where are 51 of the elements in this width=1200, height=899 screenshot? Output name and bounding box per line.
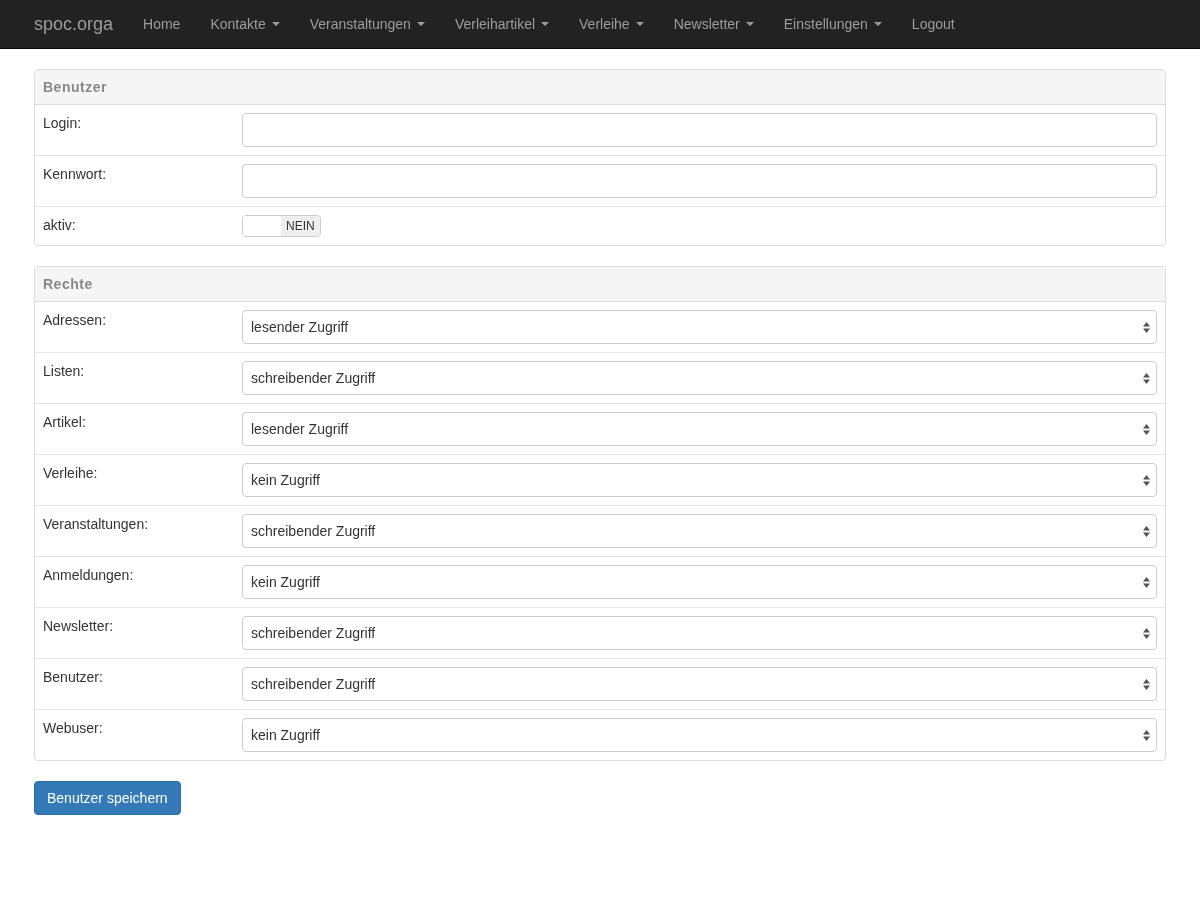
field-label: aktiv: xyxy=(43,216,77,235)
panel-heading: Rechte xyxy=(35,267,1165,302)
caret-icon xyxy=(271,22,280,26)
field-label: Anmeldungen: xyxy=(43,566,135,585)
save-button[interactable]: Benutzer speichern xyxy=(34,781,181,815)
field-label: Benutzer: xyxy=(43,668,104,687)
caret-icon xyxy=(873,22,882,26)
select-field[interactable]: lesender Zugriff xyxy=(242,412,1157,446)
sort-arrows-icon xyxy=(1143,729,1150,741)
select-field[interactable]: kein Zugriff xyxy=(242,463,1157,497)
nav-link[interactable]: Kontakte xyxy=(195,16,295,32)
select-field[interactable]: schreibender Zugriff xyxy=(242,361,1157,395)
sort-arrows-icon xyxy=(1143,423,1150,435)
caret-icon xyxy=(416,22,425,26)
nav-link[interactable]: Veranstaltungen xyxy=(294,16,440,32)
nav-link[interactable]: Verleihe xyxy=(564,16,659,32)
select-field[interactable]: schreibender Zugriff xyxy=(242,667,1157,701)
field-label: Kennwort: xyxy=(43,165,108,184)
sort-arrows-icon xyxy=(1143,372,1150,384)
field-label: Login: xyxy=(43,114,83,133)
input-field[interactable] xyxy=(242,113,1157,147)
input-field[interactable] xyxy=(242,164,1157,198)
field-label: Newsletter: xyxy=(43,617,115,636)
brand-link[interactable]: spoc.orga xyxy=(19,13,129,35)
field-label: Veranstaltungen: xyxy=(43,515,150,534)
select-field[interactable]: kein Zugriff xyxy=(242,718,1157,752)
panel-heading: Benutzer xyxy=(35,70,1165,105)
caret-icon xyxy=(635,22,644,26)
caret-icon xyxy=(541,22,550,26)
sort-arrows-icon xyxy=(1143,576,1150,588)
select-field[interactable]: schreibender Zugriff xyxy=(242,514,1157,548)
select-field[interactable]: schreibender Zugriff xyxy=(242,616,1157,650)
field-label: Verleihe: xyxy=(43,464,99,483)
field-label: Listen: xyxy=(43,362,86,381)
nav-link[interactable]: Home xyxy=(128,16,196,32)
nav-link[interactable]: Newsletter xyxy=(658,16,769,32)
select-field[interactable]: lesender Zugriff xyxy=(242,310,1157,344)
sort-arrows-icon xyxy=(1143,474,1150,486)
field-label: Artikel: xyxy=(43,413,87,432)
sort-arrows-icon xyxy=(1143,627,1150,639)
nav-link[interactable]: Verleihartikel xyxy=(439,16,565,32)
sort-arrows-icon xyxy=(1143,678,1150,690)
sort-arrows-icon xyxy=(1143,525,1150,537)
field-label: Webuser: xyxy=(43,719,104,738)
select-field[interactable]: kein Zugriff xyxy=(242,565,1157,599)
sort-arrows-icon xyxy=(1143,321,1150,333)
nav-link[interactable]: Einstellungen xyxy=(768,16,897,32)
nav-link[interactable]: Logout xyxy=(896,16,970,32)
toggle-switch[interactable]: NEIN xyxy=(242,215,321,237)
caret-icon xyxy=(745,22,754,26)
field-label: Adressen: xyxy=(43,311,108,330)
